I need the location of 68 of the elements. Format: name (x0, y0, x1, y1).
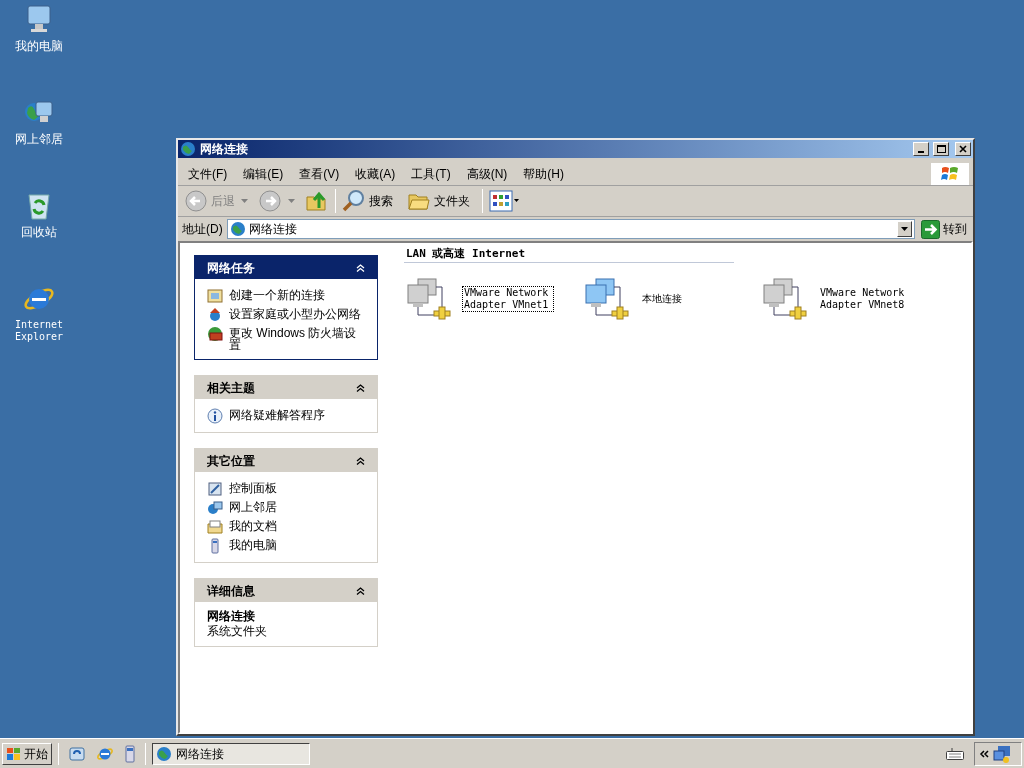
windows-flag-icon (6, 745, 22, 762)
address-field[interactable]: 网络连接 (226, 219, 915, 239)
computer-icon[interactable] (124, 744, 136, 763)
task-link[interactable]: 网上邻居 (229, 499, 277, 513)
task-link[interactable]: 设置家庭或小型办公网络 (229, 306, 361, 320)
views-grid-icon (489, 190, 519, 212)
desktop-icon-label[interactable]: Internet Explorer (9, 319, 69, 343)
globe-icon (229, 221, 246, 237)
info-icon (207, 408, 223, 424)
expand-chevron-icon[interactable] (979, 749, 989, 758)
minimize-button[interactable] (913, 142, 929, 156)
home-network-icon (207, 307, 223, 323)
close-icon (958, 144, 968, 154)
connection-label[interactable]: VMware Network Adapter VMnet8 (818, 286, 910, 312)
task-link[interactable]: 我的文档 (229, 518, 277, 532)
panel-title: 相关主题 (207, 379, 256, 397)
start-button[interactable]: 开始 (2, 742, 52, 765)
collapse-chevron-icon[interactable] (356, 586, 365, 595)
collapse-chevron-icon[interactable] (356, 456, 365, 465)
globe-icon (180, 141, 196, 157)
desktop-icon-label[interactable]: 我的电脑 (15, 40, 63, 52)
connection-label[interactable]: 本地连接 (640, 292, 732, 306)
folders-button[interactable]: 文件夹 (405, 188, 472, 214)
network-globe-icon (207, 500, 223, 516)
magnifier-icon (342, 189, 366, 213)
menu-item[interactable]: 工具(T) (405, 163, 457, 184)
maximize-button[interactable] (933, 142, 949, 156)
collapse-chevron-icon[interactable] (356, 383, 365, 392)
group-heading: LAN 或高速 Internet (404, 245, 734, 263)
details-description: 系统文件夹 (207, 625, 268, 638)
forward-button[interactable] (256, 188, 284, 214)
network-tray-icon[interactable] (993, 744, 1011, 763)
window-title: 网络连接 (200, 141, 249, 158)
desktop-icon-label[interactable]: 网上邻居 (15, 133, 63, 145)
panel-title: 网络任务 (207, 259, 256, 277)
search-button[interactable]: 搜索 (340, 188, 395, 214)
maximize-icon (936, 144, 946, 154)
menu-item[interactable]: 文件(F) (182, 163, 234, 184)
panel-title: 详细信息 (207, 582, 256, 600)
address-label: 地址(D) (182, 221, 223, 238)
menu-item[interactable]: 收藏(A) (349, 163, 402, 184)
close-button[interactable] (955, 142, 971, 156)
task-link[interactable]: 我的电脑 (229, 537, 277, 551)
documents-folder-icon (207, 519, 223, 535)
connection-label[interactable]: VMware Network Adapter VMnet1 (462, 286, 554, 312)
go-button[interactable]: 转到 (919, 218, 969, 240)
details-name: 网络连接 (207, 610, 256, 623)
menu-item[interactable]: 高级(N) (460, 163, 514, 184)
globe-icon (156, 745, 172, 762)
control-panel-icon (207, 481, 223, 497)
panel-title: 其它位置 (207, 452, 256, 470)
task-link[interactable]: 控制面板 (229, 480, 277, 494)
windows-flag-icon (941, 164, 959, 183)
views-button[interactable] (487, 188, 521, 214)
menu-item[interactable]: 帮助(H) (517, 163, 570, 184)
dropdown-caret-icon[interactable] (901, 227, 908, 231)
menu-item[interactable]: 编辑(E) (237, 163, 290, 184)
new-connection-icon (207, 288, 223, 304)
task-link[interactable]: 创建一个新的连接 (229, 287, 325, 301)
minimize-icon (918, 151, 924, 153)
taskbar-window-button[interactable]: 网络连接 (152, 742, 310, 765)
task-link[interactable]: 更改 Windows 防火墙设置 (229, 325, 365, 351)
keyboard-icon[interactable] (946, 747, 964, 760)
desktop-icon-label[interactable]: 回收站 (21, 226, 57, 238)
folder-up-arrow-icon (305, 189, 329, 213)
task-link[interactable]: 网络疑难解答程序 (229, 407, 325, 421)
firewall-icon (207, 326, 223, 342)
menu-item[interactable]: 查看(V) (293, 163, 346, 184)
